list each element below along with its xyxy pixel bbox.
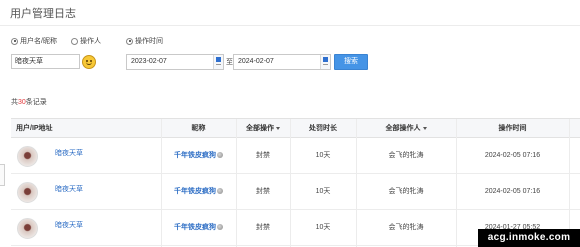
date-text: 2024-02-07 <box>238 58 274 65</box>
radio-label: 操作人 <box>80 38 101 45</box>
nickname-cell: 千年铁皮疯狗 <box>161 138 236 174</box>
medal-icon <box>217 224 223 231</box>
record-count: 共30条记录 <box>11 99 47 106</box>
radio-label: 用户名/昵称 <box>20 38 57 45</box>
calendar-icon[interactable] <box>320 55 330 69</box>
radio-dot[interactable] <box>126 37 133 45</box>
avatar[interactable] <box>17 146 38 167</box>
operation-cell: 封禁 <box>256 224 270 231</box>
duration-cell: 10天 <box>315 152 331 159</box>
avatar[interactable] <box>17 218 38 239</box>
name-input[interactable]: 暗夜天草 <box>11 54 80 69</box>
avatar[interactable] <box>17 182 38 203</box>
nickname-cell: 千年铁皮疯狗 <box>161 174 236 210</box>
table-row: 暗夜天草 千年铁皮疯狗 封禁 10天 会飞的牝涛 2024-02-05 07:1… <box>11 138 580 174</box>
search-button[interactable]: 搜索 <box>334 54 368 70</box>
operation-cell: 封禁 <box>256 188 270 195</box>
caret-down-icon <box>276 126 280 130</box>
operator-cell: 会飞的牝涛 <box>388 224 424 231</box>
log-table: 用户/IP地址 昵称 全部操作 处罚时长 全部操作人 操作时间 暗夜天草 千年铁… <box>11 118 580 247</box>
nickname-link[interactable]: 千年铁皮疯狗 <box>174 224 216 231</box>
time-cell: 2024-02-05 07:16 <box>484 152 541 159</box>
calendar-icon[interactable] <box>213 55 223 69</box>
user-link[interactable]: 暗夜天草 <box>55 138 83 170</box>
nickname-cell: 千年铁皮疯狗 <box>161 210 236 246</box>
header-nickname: 昵称 <box>191 125 206 132</box>
radio-dot[interactable] <box>11 37 18 45</box>
end-date-input[interactable]: 2024-02-07 <box>233 54 331 70</box>
header-user: 用户/IP地址 <box>16 125 53 132</box>
medal-icon <box>217 152 223 159</box>
page-title: 用户管理日志 <box>10 8 76 20</box>
user-link[interactable]: 暗夜天草 <box>55 174 83 206</box>
emoji-icon[interactable] <box>82 55 96 69</box>
header-duration: 处罚时长 <box>309 125 337 132</box>
radio-time[interactable]: 操作时间 <box>126 36 163 46</box>
nickname-link[interactable]: 千年铁皮疯狗 <box>174 152 216 159</box>
date-to-label: 至 <box>226 59 233 66</box>
title-divider <box>0 25 580 26</box>
radio-label: 操作时间 <box>135 38 163 45</box>
start-date-input[interactable]: 2023-02-07 <box>126 54 224 70</box>
watermark: acg.inmoke.com <box>478 229 580 247</box>
caret-down-icon <box>422 126 427 130</box>
operator-cell: 会飞的牝涛 <box>388 152 424 159</box>
header-operator[interactable]: 全部操作人 <box>356 119 456 138</box>
side-tab[interactable] <box>0 164 5 186</box>
duration-cell: 10天 <box>315 188 331 195</box>
table-header: 用户/IP地址 昵称 全部操作 处罚时长 全部操作人 操作时间 <box>11 119 580 138</box>
header-time: 操作时间 <box>498 125 527 132</box>
operator-cell: 会飞的牝涛 <box>388 188 424 195</box>
date-text: 2023-02-07 <box>131 58 167 65</box>
user-link[interactable]: 暗夜天草 <box>55 210 83 242</box>
radio-dot[interactable] <box>71 37 78 45</box>
medal-icon <box>217 188 223 195</box>
radio-operator[interactable]: 操作人 <box>71 36 101 46</box>
duration-cell: 10天 <box>315 224 331 231</box>
table-row: 暗夜天草 千年铁皮疯狗 封禁 10天 会飞的牝涛 2024-02-05 07:1… <box>11 174 580 210</box>
operation-cell: 封禁 <box>256 152 270 159</box>
time-cell: 2024-02-05 07:16 <box>484 188 541 195</box>
record-count-number: 30 <box>18 99 26 106</box>
header-operation[interactable]: 全部操作 <box>236 119 290 138</box>
radio-username[interactable]: 用户名/昵称 <box>11 36 57 46</box>
nickname-link[interactable]: 千年铁皮疯狗 <box>174 188 216 195</box>
